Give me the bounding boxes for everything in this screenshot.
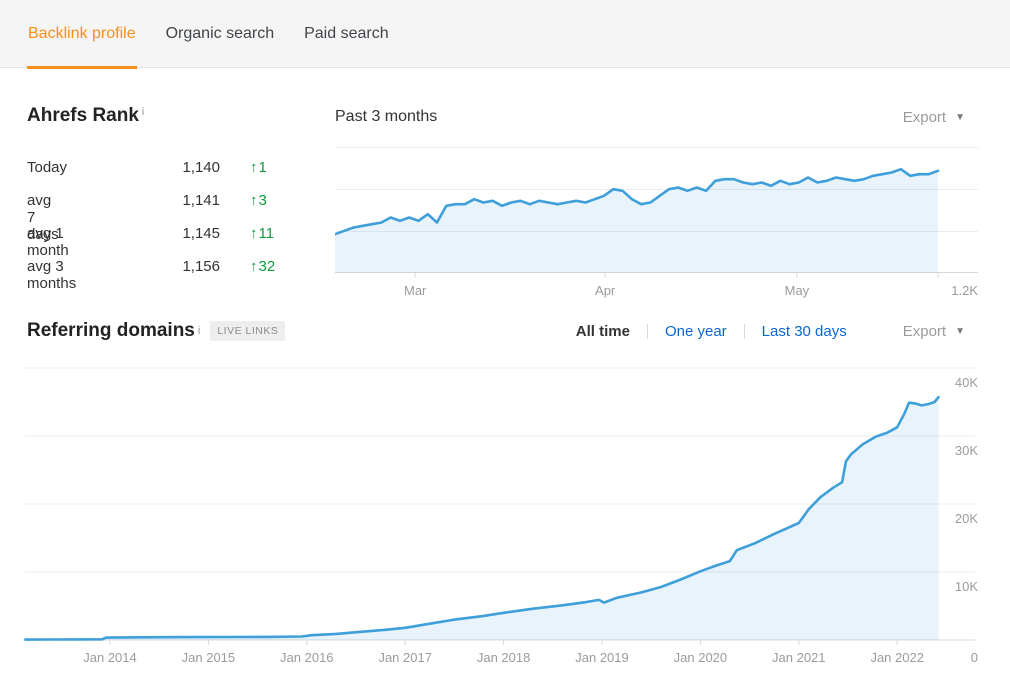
stat-label: avg 3 months — [27, 258, 76, 292]
up-arrow-icon: ↑ — [250, 192, 258, 209]
export-label: Export — [903, 109, 946, 126]
stat-value: 1,140 — [120, 159, 220, 176]
x-axis-label: Jan 2014 — [83, 650, 137, 665]
y-axis-label: 1.2K — [951, 283, 978, 298]
up-arrow-icon: ↑ — [250, 258, 258, 275]
filter-separator — [647, 324, 648, 339]
tab-paid-search[interactable]: Paid search — [303, 0, 390, 68]
filter-separator — [744, 324, 745, 339]
chevron-down-icon: ▼ — [955, 326, 965, 337]
ahrefs-overview-page: { "tabs": [ { "label": "Backlink profile… — [0, 0, 1010, 691]
tab-organic-search[interactable]: Organic search — [165, 0, 276, 68]
export-label: Export — [903, 323, 946, 340]
info-icon: i — [142, 106, 144, 118]
x-axis-label: May — [785, 283, 810, 298]
y-axis-label: 0 — [971, 650, 978, 665]
y-axis-label: 20K — [955, 511, 978, 526]
info-icon: i — [198, 325, 200, 337]
x-axis-label: Mar — [404, 283, 426, 298]
referring-domains-title: Referring domains — [27, 320, 195, 342]
x-axis-label: Jan 2017 — [378, 650, 432, 665]
live-links-badge: LIVE LINKS — [210, 321, 285, 341]
stat-change-value: 32 — [259, 258, 276, 275]
referring-domains-title-group: Referring domainsi LIVE LINKS — [27, 320, 285, 342]
x-axis-label: Jan 2019 — [575, 650, 629, 665]
filter-last-30-days[interactable]: Last 30 days — [762, 323, 847, 340]
stat-change: ↑3 — [250, 192, 267, 209]
x-axis-label: Jan 2015 — [182, 650, 236, 665]
stat-change: ↑11 — [250, 225, 274, 242]
stat-change: ↑32 — [250, 258, 275, 275]
x-axis-label: Jan 2022 — [870, 650, 924, 665]
x-axis-label: Jan 2020 — [674, 650, 728, 665]
y-axis-label: 40K — [955, 375, 978, 390]
x-axis-label: Apr — [595, 283, 615, 298]
top-tab-bar: Backlink profile Organic search Paid sea… — [0, 0, 1010, 68]
y-axis-label: 30K — [955, 443, 978, 458]
tab-backlink-profile[interactable]: Backlink profile — [27, 0, 137, 68]
ahrefs-rank-title-text: Ahrefs Rank — [27, 105, 139, 126]
stat-change-value: 1 — [259, 159, 267, 176]
stat-label: avg 1 month — [27, 225, 69, 259]
y-axis-label: 10K — [955, 579, 978, 594]
filter-one-year[interactable]: One year — [665, 323, 727, 340]
referring-domains-header: Referring domainsi LIVE LINKS All time O… — [27, 316, 965, 346]
x-axis-label: Jan 2018 — [477, 650, 531, 665]
chevron-down-icon: ▼ — [955, 112, 965, 123]
rank-export-button[interactable]: Export ▼ — [903, 109, 965, 126]
up-arrow-icon: ↑ — [250, 225, 258, 242]
stat-value: 1,156 — [120, 258, 220, 275]
referring-domains-chart — [0, 365, 980, 650]
stat-change: ↑1 — [250, 159, 267, 176]
stat-label: Today — [27, 159, 67, 176]
rank-chart-subtitle: Past 3 months — [335, 108, 437, 126]
x-axis-label: Jan 2021 — [772, 650, 826, 665]
stat-change-value: 11 — [259, 225, 275, 242]
domains-export-button[interactable]: Export ▼ — [903, 323, 965, 340]
ahrefs-rank-title: Ahrefs Ranki — [27, 105, 144, 127]
ahrefs-rank-chart — [335, 147, 980, 283]
filter-all-time[interactable]: All time — [576, 323, 630, 340]
up-arrow-icon: ↑ — [250, 159, 258, 176]
x-axis-label: Jan 2016 — [280, 650, 334, 665]
stat-change-value: 3 — [259, 192, 267, 209]
time-range-filters: All time One year Last 30 days Export ▼ — [576, 323, 965, 340]
stat-value: 1,145 — [120, 225, 220, 242]
rank-chart-header: Past 3 months Export ▼ — [335, 105, 965, 129]
stat-value: 1,141 — [120, 192, 220, 209]
